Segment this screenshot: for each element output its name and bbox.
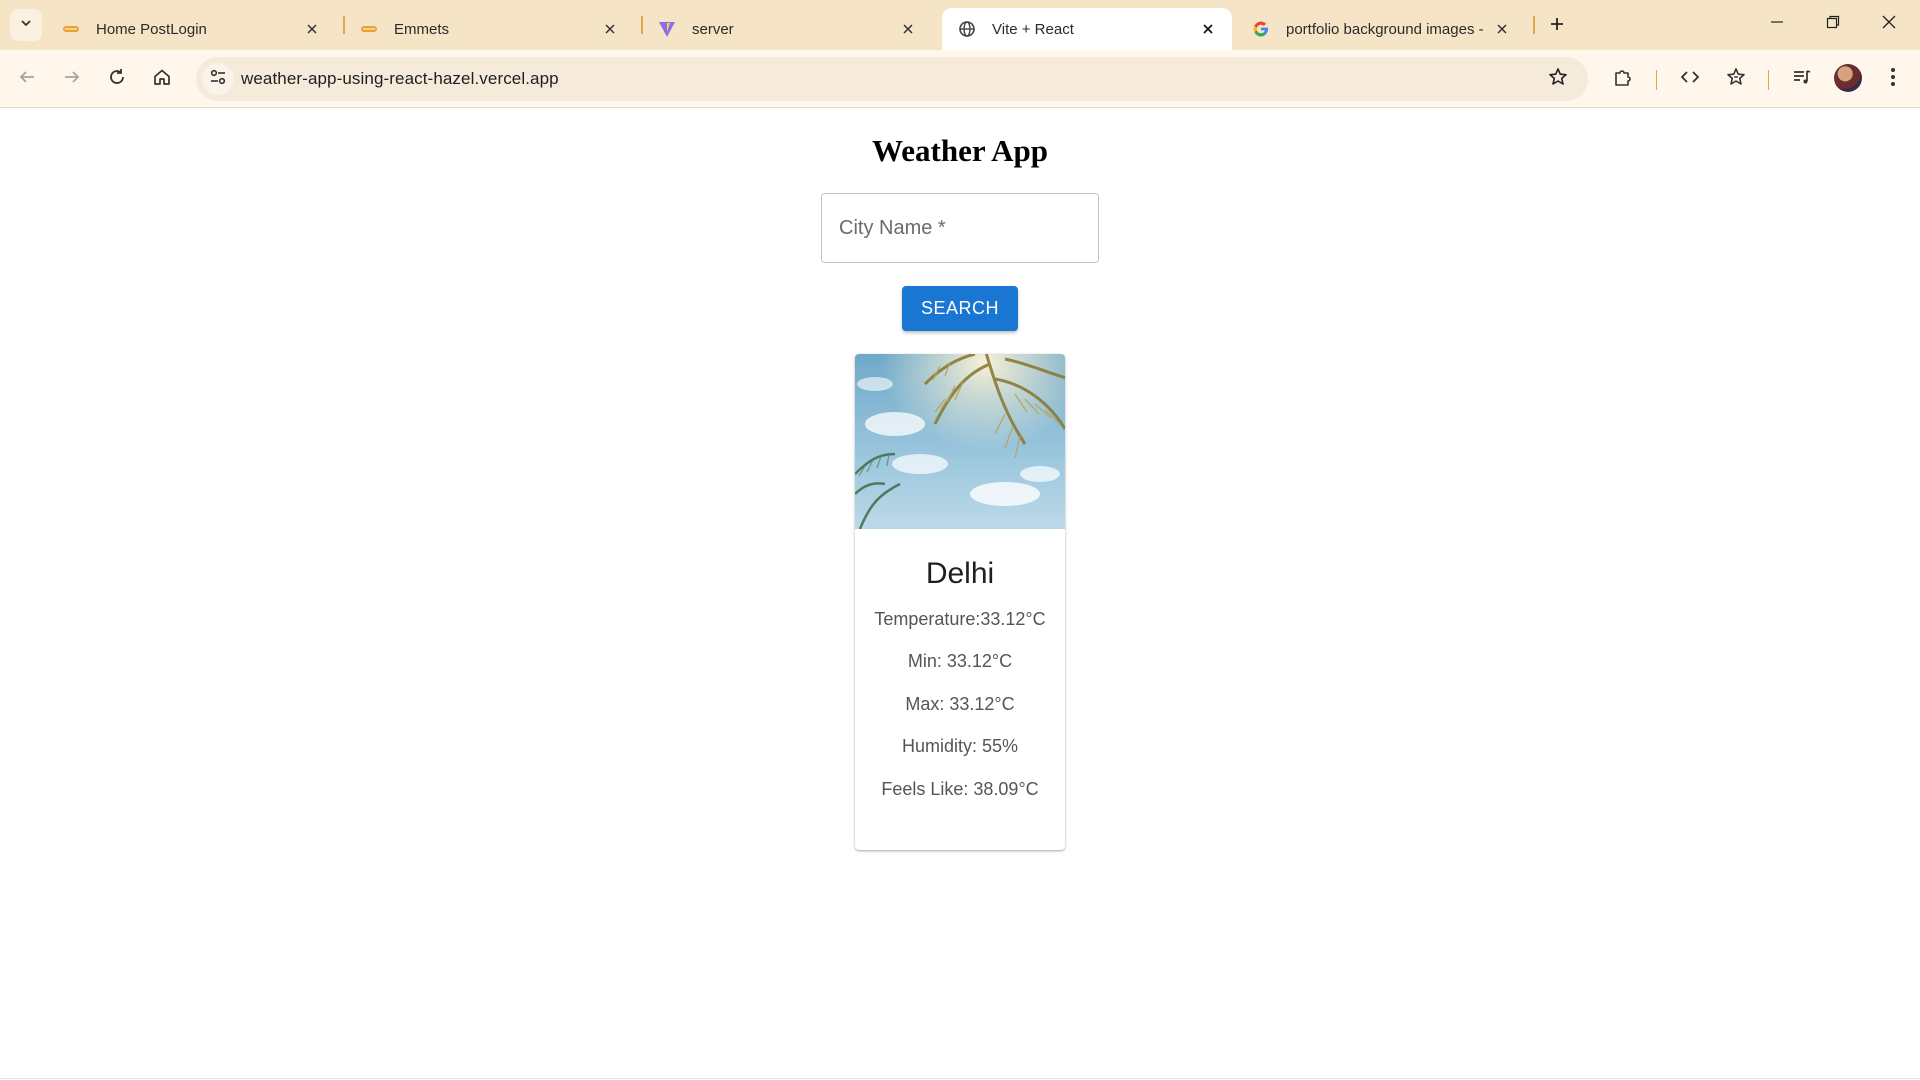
restore-button[interactable]: [1810, 6, 1856, 42]
restore-icon: [1826, 15, 1840, 34]
close-icon: [1882, 15, 1896, 34]
plus-icon: [1549, 16, 1565, 37]
city-name-placeholder: City Name *: [839, 217, 946, 239]
max-temp-text: Max: 33.12°C: [905, 694, 1015, 714]
close-window-button[interactable]: [1866, 6, 1912, 42]
queue-music-icon: [1792, 67, 1812, 92]
tab-title: Vite + React: [992, 20, 1074, 38]
forward-button[interactable]: [56, 63, 88, 95]
globe-favicon-icon: [958, 20, 976, 38]
back-button[interactable]: [11, 63, 43, 95]
tab-search-button[interactable]: [10, 9, 42, 41]
bookmark-star-button[interactable]: [1542, 63, 1574, 95]
codepen-favicon-icon: [360, 20, 378, 38]
toolbar-separator: [1656, 70, 1657, 90]
code-icon: [1680, 67, 1700, 92]
tab-strip: Home PostLogin Emmets server Vite + Reac…: [0, 0, 1920, 50]
city-name: Delhi: [925, 557, 995, 590]
search-button[interactable]: SEARCH: [902, 286, 1018, 331]
tab-emmets[interactable]: Emmets: [344, 8, 634, 50]
home-button[interactable]: [146, 63, 178, 95]
media-controls-button[interactable]: [1786, 63, 1818, 95]
close-tab-icon[interactable]: [898, 19, 918, 39]
site-info-button[interactable]: [202, 63, 234, 95]
codepen-favicon-icon: [62, 20, 80, 38]
star-icon: [1548, 67, 1568, 92]
address-bar[interactable]: weather-app-using-react-hazel.vercel.app: [196, 57, 1588, 101]
reload-button[interactable]: [101, 63, 133, 95]
devtools-button[interactable]: [1674, 63, 1706, 95]
minimize-button[interactable]: [1754, 6, 1800, 42]
home-icon: [153, 68, 171, 91]
feels-like-text: Feels Like: 38.09°C: [881, 779, 1039, 799]
arrow-right-icon: [63, 68, 81, 91]
tab-title: Emmets: [394, 20, 450, 38]
favorites-button[interactable]: [1720, 63, 1752, 95]
close-tab-icon[interactable]: [600, 19, 620, 39]
puzzle-icon: [1613, 67, 1633, 92]
tab-home-postlogin[interactable]: Home PostLogin: [46, 8, 336, 50]
toolbar-separator: [1768, 70, 1769, 90]
close-tab-icon[interactable]: [302, 19, 322, 39]
close-tab-icon[interactable]: [1492, 19, 1512, 39]
menu-button[interactable]: [1877, 63, 1909, 95]
url-text[interactable]: weather-app-using-react-hazel.vercel.app: [241, 69, 559, 89]
tab-server[interactable]: server: [642, 8, 932, 50]
profile-avatar[interactable]: [1834, 64, 1862, 92]
divider: [0, 1078, 1920, 1079]
google-favicon-icon: [1252, 20, 1270, 38]
reload-icon: [108, 68, 126, 91]
tab-separator: [1533, 16, 1535, 34]
star-list-icon: [1726, 67, 1746, 92]
city-name-field[interactable]: City Name *: [821, 193, 1099, 263]
weather-card-image: [855, 354, 1065, 529]
chevron-down-icon: [19, 16, 33, 35]
tune-icon: [209, 68, 227, 91]
weather-card: Delhi Temperature:33.12°C Min: 33.12°C M…: [855, 354, 1065, 850]
new-tab-button[interactable]: [1543, 12, 1571, 40]
minimize-icon: [1770, 15, 1784, 34]
close-tab-icon[interactable]: [1198, 19, 1218, 39]
tab-title: portfolio background images -: [1286, 20, 1484, 38]
min-temp-text: Min: 33.12°C: [907, 651, 1013, 671]
humidity-text: Humidity: 55%: [901, 736, 1019, 756]
tab-title: server: [692, 20, 734, 38]
extensions-button[interactable]: [1607, 63, 1639, 95]
tab-portfolio-background-images[interactable]: portfolio background images -: [1236, 8, 1526, 50]
page-viewport: Weather App City Name * SEARCH Delhi Tem…: [0, 108, 1920, 1080]
page-title: Weather App: [872, 133, 1048, 168]
arrow-left-icon: [18, 68, 36, 91]
more-vertical-icon: [1890, 67, 1896, 92]
tab-vite-react[interactable]: Vite + React: [942, 8, 1232, 50]
tab-title: Home PostLogin: [96, 20, 207, 38]
browser-toolbar: weather-app-using-react-hazel.vercel.app: [0, 50, 1920, 108]
temperature-text: Temperature:33.12°C: [874, 609, 1046, 629]
vite-favicon-icon: [658, 20, 676, 38]
